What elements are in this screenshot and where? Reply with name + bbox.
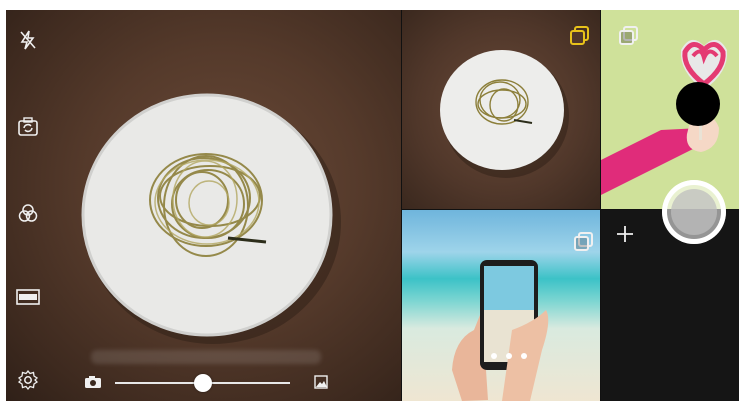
beach-tile[interactable] bbox=[402, 210, 600, 401]
camera-app bbox=[6, 10, 739, 401]
filter-icon bbox=[18, 204, 38, 222]
flash-off-button[interactable] bbox=[14, 26, 42, 54]
add-icon[interactable] bbox=[613, 222, 637, 246]
settings-button[interactable] bbox=[14, 366, 42, 394]
food-tile[interactable] bbox=[402, 10, 600, 209]
layer-icon[interactable] bbox=[617, 24, 641, 48]
zoom-control bbox=[84, 370, 334, 394]
shutter-button[interactable] bbox=[662, 180, 726, 244]
filter-button[interactable] bbox=[14, 199, 42, 227]
recording-indicator bbox=[676, 82, 720, 126]
flash-off-icon bbox=[20, 30, 36, 50]
side-toolbar bbox=[6, 10, 52, 401]
aspect-ratio-button[interactable] bbox=[14, 283, 42, 311]
blurred-hint-text bbox=[91, 350, 321, 364]
camera-icon bbox=[85, 376, 101, 388]
zoom-slider-thumb[interactable] bbox=[193, 374, 212, 392]
aspect-ratio-icon bbox=[16, 289, 40, 305]
beach-image bbox=[452, 260, 549, 401]
selected-layer-icon[interactable] bbox=[568, 24, 592, 48]
shutter-button-inner bbox=[671, 189, 717, 235]
viewfinder-food-image bbox=[81, 93, 341, 344]
viewfinder[interactable] bbox=[6, 10, 401, 401]
gallery-image-icon bbox=[314, 375, 328, 389]
switch-camera-icon bbox=[18, 117, 38, 136]
layer-icon[interactable] bbox=[572, 230, 596, 254]
switch-camera-button[interactable] bbox=[14, 113, 42, 141]
settings-icon bbox=[17, 369, 39, 391]
